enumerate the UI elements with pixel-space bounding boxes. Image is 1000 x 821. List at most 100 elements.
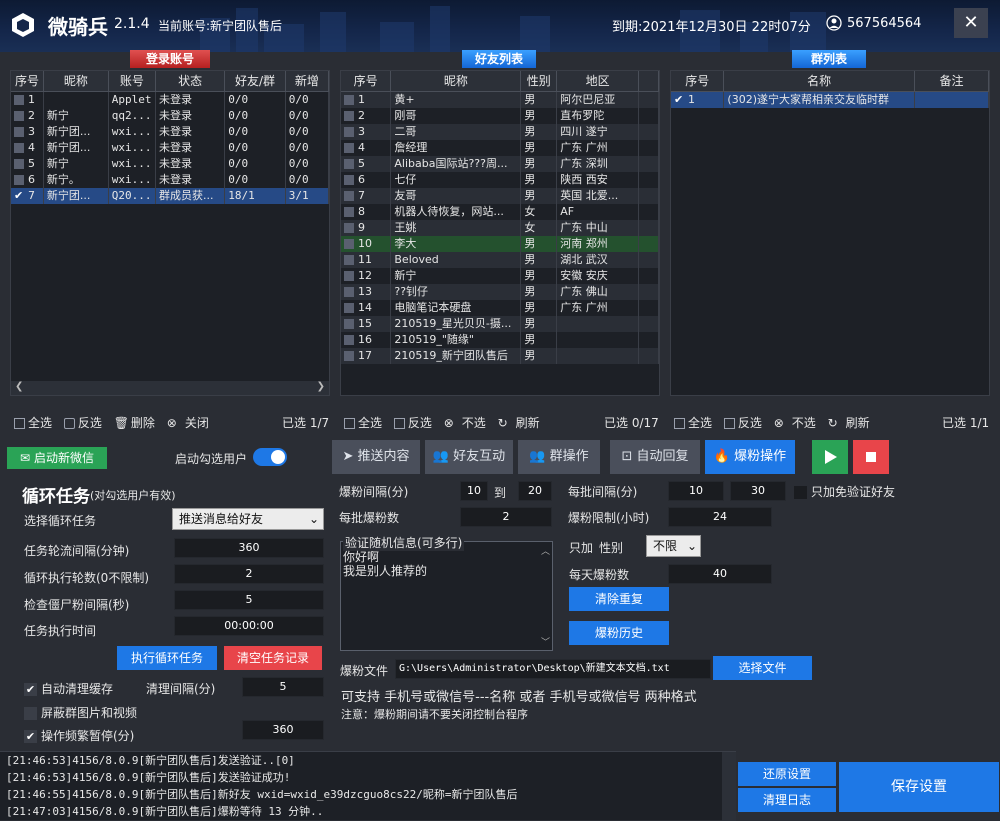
per-batch-input[interactable]: 2 [460,507,552,527]
column-header[interactable]: 性别 [520,71,558,92]
friend-unselect[interactable]: ⊗ 不选 [444,416,486,430]
row-checkbox[interactable] [344,270,354,281]
clean-interval-input[interactable]: 5 [242,677,324,697]
zombie-input[interactable]: 5 [174,590,324,610]
table-row[interactable]: 5 Alibaba国际站???周... 男广东 深圳 [341,155,659,172]
verify-message-box[interactable]: 验证随机信息(可多行) 你好啊 我是别人推荐的 ︿ ﹀ [340,534,553,651]
friend-refresh[interactable]: ↻ 刷新 [498,416,540,430]
interval-input[interactable]: 360 [174,538,324,558]
fan-interval-from[interactable]: 10 [460,481,488,501]
row-checkbox[interactable] [344,94,354,105]
scroll-down-icon[interactable]: ﹀ [541,635,550,648]
scroll-up-icon[interactable]: ︿ [541,544,550,557]
row-checkbox[interactable] [344,318,354,329]
tab-auto-reply[interactable]: ⊡ 自动回复 [610,440,700,474]
delete-button[interactable]: 🗑 删除 [114,416,155,430]
table-row[interactable]: 3 新宁团... wxi... 未登录 0/0 0/0 [11,123,330,140]
column-header[interactable]: 序号 [11,71,44,92]
pause-checkbox[interactable]: ✔ 操作频繁暂停(分) [24,727,134,744]
table-row[interactable]: 3 二哥男四川 遂宁 [341,123,659,140]
pause-input[interactable]: 360 [242,720,324,740]
table-row[interactable]: 16 210519_"随缘" 男 [341,331,659,348]
table-row[interactable]: 4 詹经理男广东 广州 [341,139,659,156]
choose-file-button[interactable]: 选择文件 [713,656,812,680]
loop-task-select[interactable]: 推送消息给好友 ⌄ [172,508,324,530]
save-settings-button[interactable]: 保存设置 [839,762,999,812]
table-row[interactable]: 2 刚哥男直布罗陀 [341,107,659,124]
table-row[interactable]: 17 210519_新宁团队售后男 [341,347,659,364]
clear-task-button[interactable]: 清空任务记录 [224,646,322,670]
column-header[interactable]: 昵称 [390,71,522,92]
batch-interval-from[interactable]: 10 [668,481,724,501]
row-checkbox[interactable] [14,174,24,185]
auto-clean-checkbox[interactable]: ✔ 自动清理缓存 [24,680,113,697]
clear-log-button[interactable]: 清理日志 [738,788,836,812]
row-checkbox[interactable] [344,254,354,265]
table-row[interactable]: 14 电脑笔记本硬盘男广东 广州 [341,299,659,316]
row-checkbox[interactable] [14,158,24,169]
table-row[interactable]: 7 友哥男英国 北爱... [341,187,659,204]
tab-friend-interact[interactable]: 👥 好友互动 [425,440,513,474]
table-row[interactable]: 6 七仔男陕西 西安 [341,171,659,188]
row-checkbox[interactable] [344,286,354,297]
column-header[interactable]: 序号 [341,71,392,92]
row-checkbox[interactable] [14,94,24,105]
row-checkbox[interactable] [344,350,354,361]
group-invert[interactable]: 反选 [723,416,762,430]
table-row[interactable]: 8 机器人待恢复，网站... 女 AF [341,203,659,220]
table-row[interactable]: 13 ??钊仔男广东 佛山 [341,283,659,300]
block-media-checkbox[interactable]: 屏蔽群图片和视频 [24,704,137,721]
row-checkbox[interactable] [14,126,24,137]
group-select-all[interactable]: 全选 [674,416,712,430]
batch-interval-to[interactable]: 30 [730,481,786,501]
close-login-button[interactable]: ⊗ 关闭 [167,416,209,430]
exec-time-input[interactable]: 00:00:00 [174,616,324,636]
close-button[interactable]: ✕ [954,8,988,38]
table-row[interactable]: 1 黄+ 男阿尔巴尼亚 [341,91,659,108]
invert-button[interactable]: 反选 [63,416,102,430]
column-header[interactable]: 名称 [723,71,915,92]
tab-push-content[interactable]: ➤ 推送内容 [332,440,420,474]
table-row[interactable]: 4 新宁团... wxi... 未登录 0/0 0/0 [11,139,330,156]
table-row[interactable]: 10 李大男河南 郑州 [341,235,659,252]
rounds-input[interactable]: 2 [174,564,324,584]
play-button[interactable] [812,440,848,474]
table-row[interactable]: 2 新宁 qq2... 未登录 0/0 0/0 [11,107,330,124]
stop-button[interactable] [853,440,889,474]
column-header[interactable]: 序号 [671,71,725,92]
exec-loop-button[interactable]: 执行循环任务 [117,646,217,670]
column-header[interactable]: 新增 [285,71,330,92]
start-wechat-button[interactable]: ✉ 启动新微信 [7,447,107,469]
row-checkbox[interactable] [344,238,354,249]
friend-invert[interactable]: 反选 [393,416,432,430]
table-row[interactable]: 15 210519_星光贝贝-摄... 男 [341,315,659,332]
row-checkbox[interactable] [344,334,354,345]
row-checkbox[interactable] [344,206,354,217]
tab-group-ops[interactable]: 👥 群操作 [518,440,600,474]
fan-file-path[interactable]: G:\Users\Administrator\Desktop\新建文本文档.tx… [395,659,711,679]
table-row[interactable]: 11 Beloved 男湖北 武汉 [341,251,659,268]
table-row[interactable]: ✔ 7 新宁团... Q20... 群成员获... 18/1 3/1 [11,187,330,204]
limit-input[interactable]: 24 [668,507,772,527]
check-icon[interactable]: ✔ [14,190,24,201]
row-checkbox[interactable] [344,142,354,153]
table-row[interactable]: 5 新宁 wxi... 未登录 0/0 0/0 [11,155,330,172]
row-checkbox[interactable] [344,110,354,121]
fan-history-button[interactable]: 爆粉历史 [569,621,669,645]
row-checkbox[interactable] [344,302,354,313]
check-icon[interactable]: ✔ [674,94,684,105]
horizontal-scrollbar[interactable]: ❮ ❯ [11,381,329,395]
table-row[interactable]: 9 王姚女广东 中山 [341,219,659,236]
row-checkbox[interactable] [344,174,354,185]
select-all-checkbox[interactable]: 全选 [14,416,52,430]
fan-interval-to[interactable]: 20 [518,481,552,501]
column-header[interactable]: 备注 [914,71,990,92]
column-header[interactable]: 地区 [556,71,640,92]
daily-input[interactable]: 40 [668,564,772,584]
sex-select[interactable]: 不限 ⌄ [646,535,701,557]
group-unselect[interactable]: ⊗ 不选 [774,416,816,430]
log-scrollbar[interactable] [722,752,736,821]
only-free-checkbox[interactable]: 只加免验证好友 [794,483,895,500]
dedupe-button[interactable]: 清除重复 [569,587,669,611]
row-checkbox[interactable] [344,158,354,169]
